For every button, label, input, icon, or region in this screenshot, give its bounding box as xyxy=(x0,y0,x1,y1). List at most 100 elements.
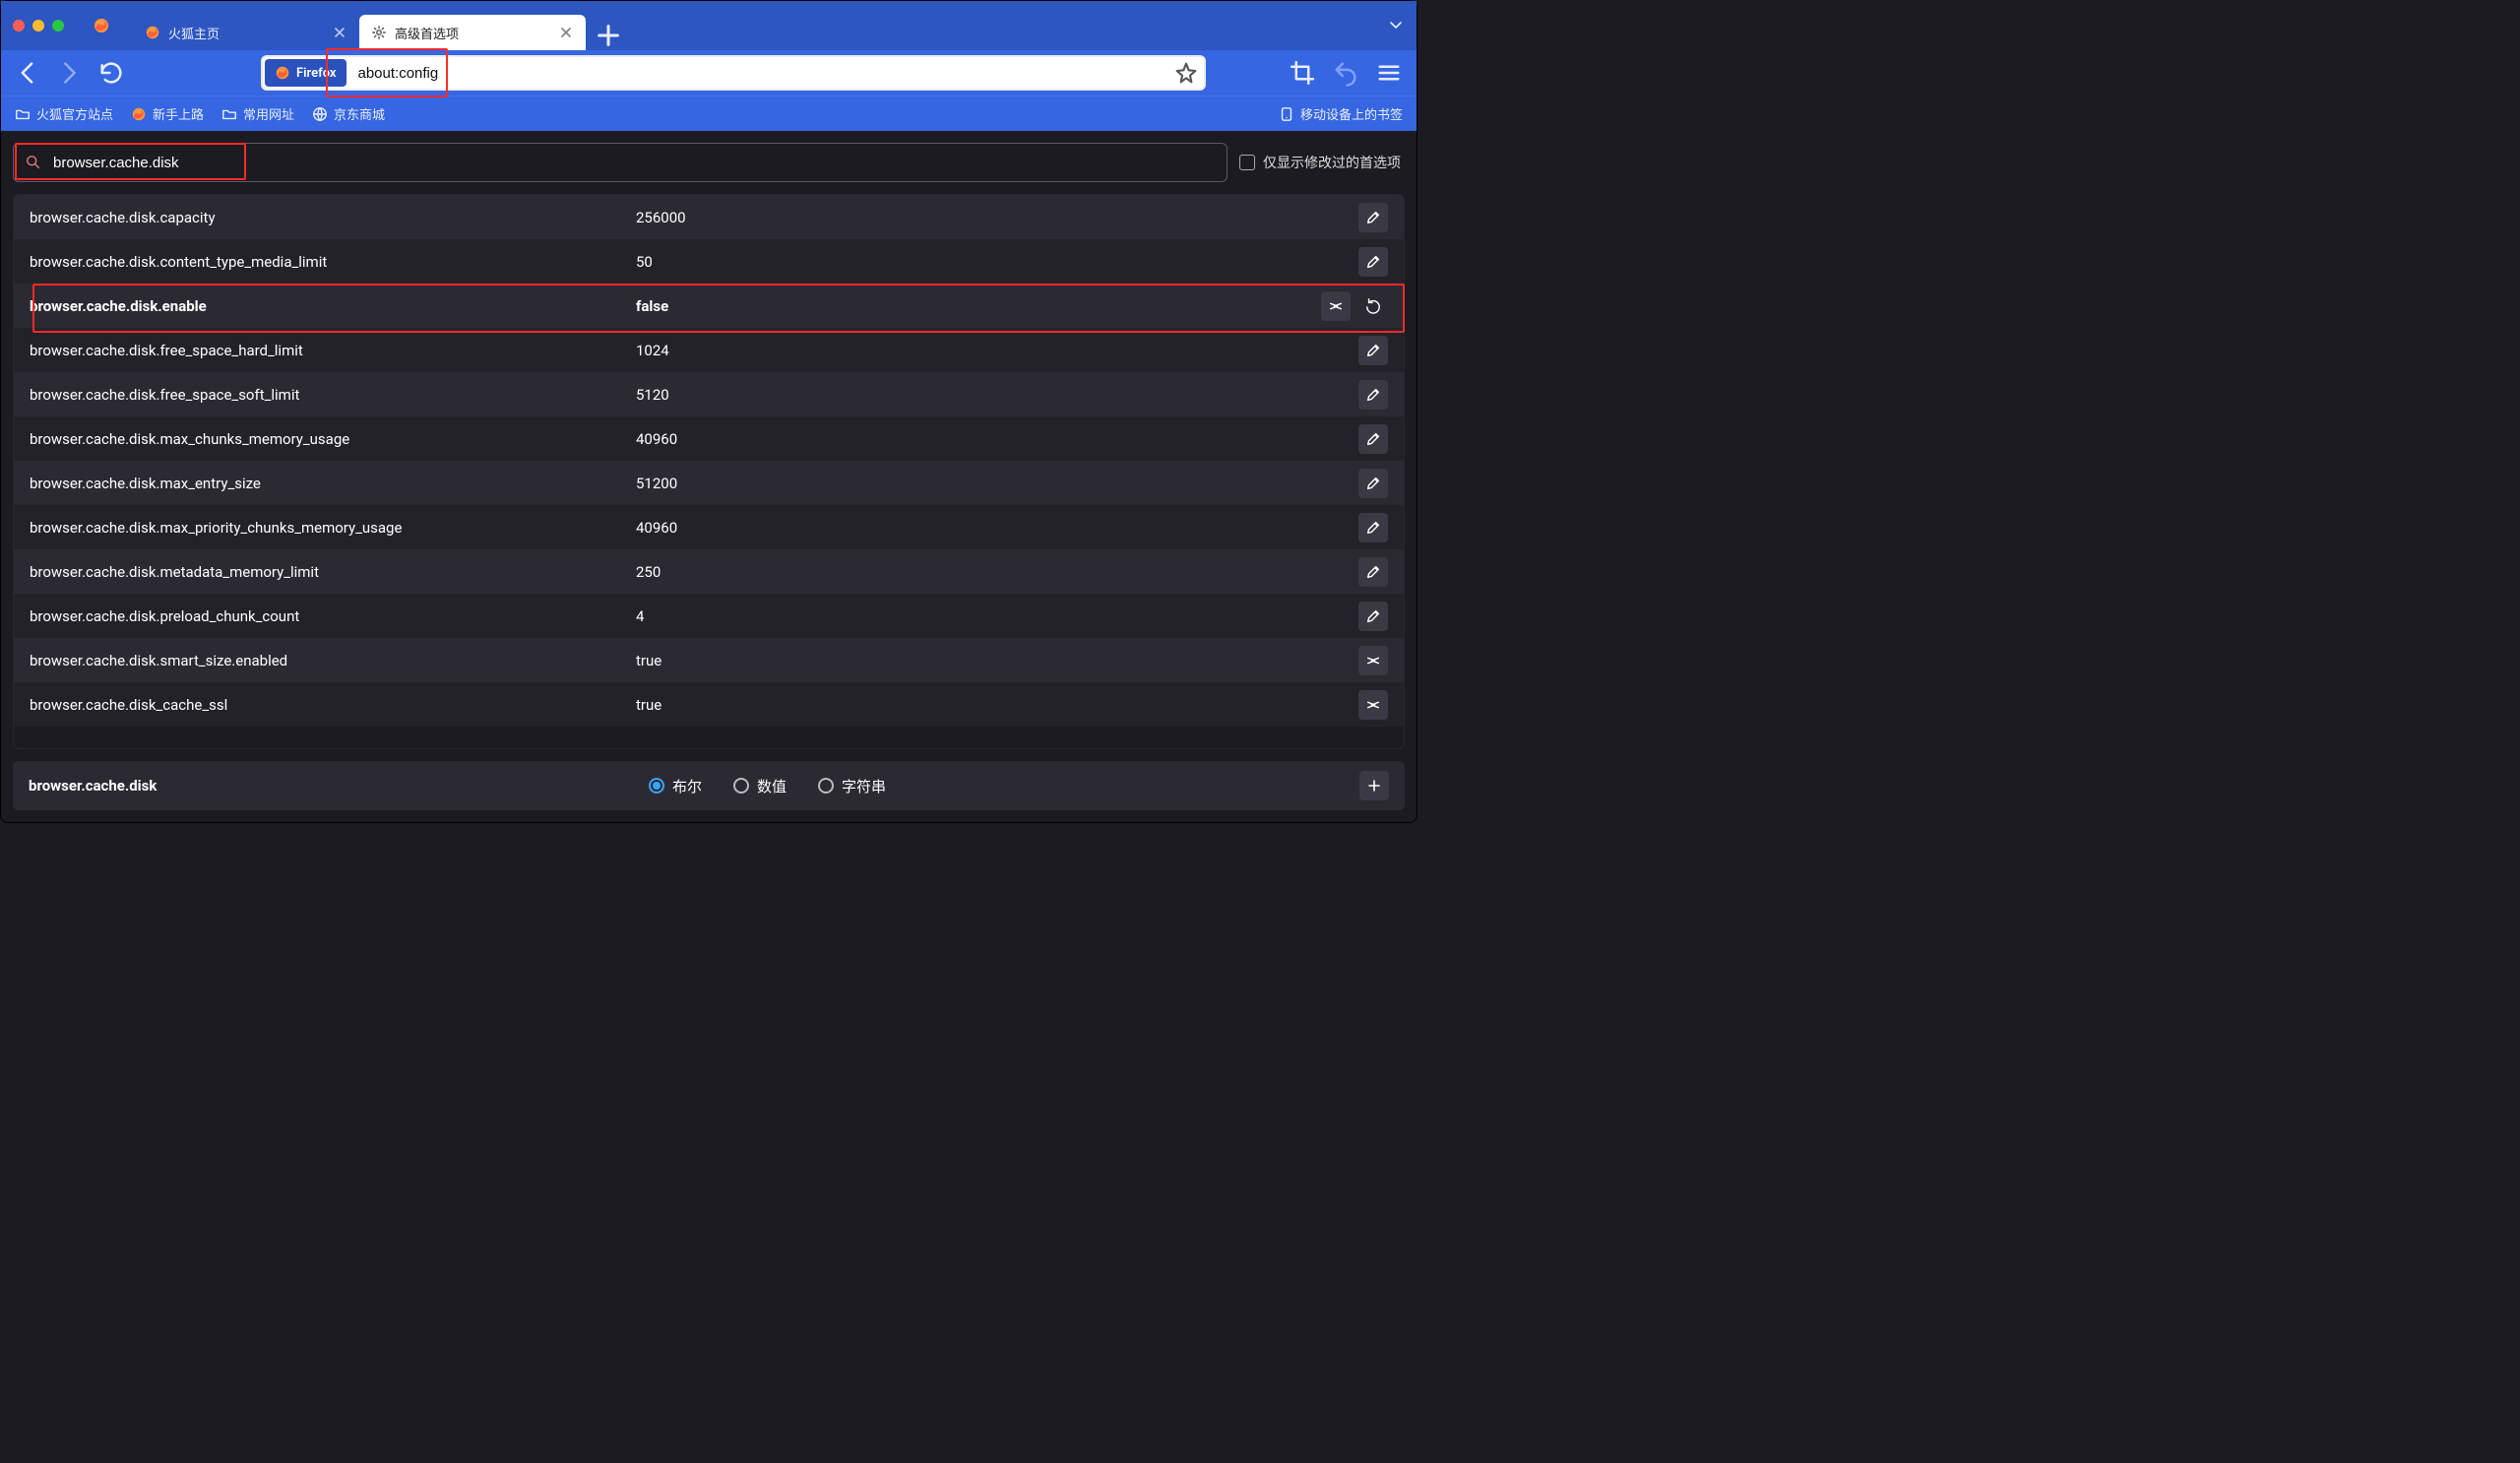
checkbox-icon xyxy=(1239,155,1255,170)
url-bar[interactable]: Firefox xyxy=(261,55,1206,91)
pref-table: browser.cache.disk.capacity256000 browser… xyxy=(13,194,1405,749)
pref-actions xyxy=(1358,469,1388,498)
pref-row[interactable]: browser.cache.disk.metadata_memory_limit… xyxy=(14,549,1404,594)
firefox-app-icon xyxy=(92,16,111,35)
pref-actions xyxy=(1358,380,1388,410)
pref-row[interactable]: browser.cache.disk.max_chunks_memory_usa… xyxy=(14,416,1404,461)
bookmark-star-icon[interactable] xyxy=(1174,61,1198,85)
url-input[interactable] xyxy=(350,55,1175,91)
bookmark-label: 火狐官方站点 xyxy=(36,104,113,123)
bookmark-item[interactable]: 火狐官方站点 xyxy=(15,104,113,123)
tab-firefox-home[interactable]: 火狐主页 xyxy=(133,15,359,50)
bookmark-item[interactable]: 京东商城 xyxy=(312,104,385,123)
app-menu-button[interactable] xyxy=(1375,59,1403,87)
edit-pref-button[interactable] xyxy=(1358,557,1388,587)
pref-type-radio[interactable]: 数值 xyxy=(733,776,787,796)
edit-pref-button[interactable] xyxy=(1358,336,1388,365)
pref-actions xyxy=(1358,203,1388,232)
pref-actions xyxy=(1358,336,1388,365)
pref-row[interactable]: browser.cache.disk.smart_size.enabled tru… xyxy=(14,638,1404,682)
list-all-tabs-button[interactable] xyxy=(1387,17,1405,34)
pref-search-input[interactable] xyxy=(51,144,1215,181)
undo-close-tab-button[interactable] xyxy=(1332,59,1359,87)
close-tab-icon[interactable] xyxy=(558,25,574,40)
bookmark-item[interactable]: 常用网址 xyxy=(221,104,294,123)
close-window-button[interactable] xyxy=(13,20,25,32)
add-pref-row: browser.cache.disk 布尔数值字符串 xyxy=(13,761,1405,810)
pref-actions xyxy=(1358,690,1388,720)
pref-name: browser.cache.disk.smart_size.enabled xyxy=(30,652,620,669)
tab-title: 高级首选项 xyxy=(395,24,550,42)
edit-pref-button[interactable] xyxy=(1358,469,1388,498)
pref-name: browser.cache.disk.enable xyxy=(30,297,620,315)
pref-row[interactable]: browser.cache.disk.free_space_soft_limit… xyxy=(14,372,1404,416)
edit-pref-button[interactable] xyxy=(1358,513,1388,542)
pref-value: 256000 xyxy=(636,209,1343,226)
pref-row[interactable]: browser.cache.disk.capacity256000 xyxy=(14,195,1404,239)
back-button[interactable] xyxy=(15,59,42,87)
pref-actions xyxy=(1358,602,1388,631)
window-controls xyxy=(13,20,64,32)
toggle-pref-button[interactable] xyxy=(1321,291,1351,321)
pref-name: browser.cache.disk.max_chunks_memory_usa… xyxy=(30,430,620,448)
pref-value: 1024 xyxy=(636,342,1343,359)
pref-type-radio[interactable]: 字符串 xyxy=(818,776,886,796)
firefox-icon xyxy=(145,25,160,40)
tab-advanced-prefs[interactable]: 高级首选项 xyxy=(359,15,586,50)
bookmark-item[interactable]: 新手上路 xyxy=(131,104,204,123)
radio-icon xyxy=(733,778,749,794)
edit-pref-button[interactable] xyxy=(1358,247,1388,277)
edit-pref-button[interactable] xyxy=(1358,424,1388,454)
pref-value: true xyxy=(636,652,1343,669)
pref-actions xyxy=(1358,646,1388,675)
new-tab-button[interactable] xyxy=(594,21,623,50)
bookmarks-toolbar: 火狐官方站点 新手上路 常用网址 京东商城 移动设备上的书签 xyxy=(1,95,1417,131)
forward-button[interactable] xyxy=(56,59,84,87)
close-tab-icon[interactable] xyxy=(332,25,347,40)
gear-icon xyxy=(371,25,387,40)
search-icon xyxy=(26,155,41,170)
pref-row[interactable]: browser.cache.disk_cache_ssltrue xyxy=(14,682,1404,727)
mobile-bookmarks-label: 移动设备上的书签 xyxy=(1300,104,1403,123)
radio-label: 布尔 xyxy=(672,776,702,796)
pref-row[interactable]: browser.cache.disk.max_entry_size51200 xyxy=(14,461,1404,505)
screenshot-button[interactable] xyxy=(1289,59,1316,87)
zoom-window-button[interactable] xyxy=(52,20,64,32)
pref-name: browser.cache.disk.max_entry_size xyxy=(30,475,620,492)
bookmark-label: 常用网址 xyxy=(243,104,294,123)
bookmark-label: 京东商城 xyxy=(334,104,385,123)
pref-row[interactable]: browser.cache.disk.max_priority_chunks_m… xyxy=(14,505,1404,549)
reset-pref-button[interactable] xyxy=(1358,291,1388,321)
pref-search-box[interactable] xyxy=(13,143,1228,182)
pref-actions xyxy=(1358,247,1388,277)
pref-type-radio[interactable]: 布尔 xyxy=(649,776,702,796)
toggle-pref-button[interactable] xyxy=(1358,690,1388,720)
pref-value: 40960 xyxy=(636,519,1343,537)
edit-pref-button[interactable] xyxy=(1358,203,1388,232)
pref-actions xyxy=(1358,557,1388,587)
pref-row[interactable]: browser.cache.disk.enable false xyxy=(14,284,1404,328)
pref-value: 50 xyxy=(636,253,1343,271)
identity-label: Firefox xyxy=(296,66,337,81)
mobile-bookmarks-button[interactable]: 移动设备上的书签 xyxy=(1279,104,1403,123)
pref-name: browser.cache.disk_cache_ssl xyxy=(30,696,620,714)
pref-row[interactable]: browser.cache.disk.content_type_media_li… xyxy=(14,239,1404,284)
pref-value: false xyxy=(636,297,1305,315)
pref-name: browser.cache.disk.max_priority_chunks_m… xyxy=(30,519,620,537)
edit-pref-button[interactable] xyxy=(1358,602,1388,631)
pref-value: 4 xyxy=(636,607,1343,625)
add-pref-button[interactable] xyxy=(1359,771,1389,800)
identity-chip[interactable]: Firefox xyxy=(265,59,346,87)
only-modified-toggle[interactable]: 仅显示修改过的首选项 xyxy=(1239,153,1405,172)
pref-row[interactable]: browser.cache.disk.preload_chunk_count 4 xyxy=(14,594,1404,638)
pref-name: browser.cache.disk.preload_chunk_count xyxy=(30,607,620,625)
reload-button[interactable] xyxy=(97,59,125,87)
minimize-window-button[interactable] xyxy=(32,20,44,32)
titlebar: 火狐主页 高级首选项 xyxy=(1,1,1417,50)
pref-row[interactable]: browser.cache.disk.free_space_hard_limit… xyxy=(14,328,1404,372)
only-modified-label: 仅显示修改过的首选项 xyxy=(1263,153,1401,172)
edit-pref-button[interactable] xyxy=(1358,380,1388,410)
pref-actions xyxy=(1358,513,1388,542)
toggle-pref-button[interactable] xyxy=(1358,646,1388,675)
pref-name: browser.cache.disk.content_type_media_li… xyxy=(30,253,620,271)
